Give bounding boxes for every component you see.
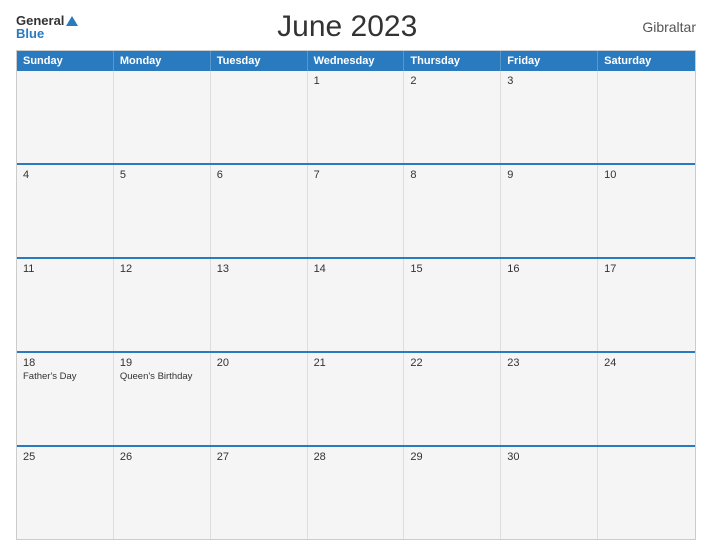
day-number: 19	[120, 357, 204, 369]
calendar-cell: 29	[404, 447, 501, 539]
day-header-tuesday: Tuesday	[211, 51, 308, 71]
calendar-cell: 4	[17, 165, 114, 257]
day-number: 9	[507, 169, 591, 181]
calendar: SundayMondayTuesdayWednesdayThursdayFrid…	[16, 50, 696, 540]
calendar-cell: 19 Queen's Birthday	[114, 353, 211, 445]
calendar-cell: 21	[308, 353, 405, 445]
calendar-cell	[17, 71, 114, 163]
day-number: 2	[410, 75, 494, 87]
day-number: 24	[604, 357, 689, 369]
calendar-cell: 22	[404, 353, 501, 445]
calendar-cell: 24	[598, 353, 695, 445]
calendar-cell: 30	[501, 447, 598, 539]
logo: General Blue	[16, 14, 78, 40]
calendar-cell: 6	[211, 165, 308, 257]
day-header-saturday: Saturday	[598, 51, 695, 71]
calendar-cell: 20	[211, 353, 308, 445]
day-header-monday: Monday	[114, 51, 211, 71]
calendar-cell: 16	[501, 259, 598, 351]
logo-triangle-icon	[66, 16, 78, 26]
calendar-cell: 27	[211, 447, 308, 539]
day-number: 1	[314, 75, 398, 87]
day-number: 12	[120, 263, 204, 275]
day-number: 18	[23, 357, 107, 369]
calendar-cell: 5	[114, 165, 211, 257]
calendar-week-2: 11 12 13 14 15 16 17	[17, 257, 695, 351]
day-number: 5	[120, 169, 204, 181]
day-number: 13	[217, 263, 301, 275]
calendar-cell: 17	[598, 259, 695, 351]
calendar-cell: 25	[17, 447, 114, 539]
calendar-header: SundayMondayTuesdayWednesdayThursdayFrid…	[17, 51, 695, 71]
calendar-cell	[598, 447, 695, 539]
calendar-cell: 9	[501, 165, 598, 257]
calendar-cell: 23	[501, 353, 598, 445]
calendar-week-3: 18 Father's Day 19 Queen's Birthday 20 21 22 23…	[17, 351, 695, 445]
calendar-cell	[114, 71, 211, 163]
calendar-cell: 7	[308, 165, 405, 257]
day-number: 25	[23, 451, 107, 463]
calendar-cell: 13	[211, 259, 308, 351]
day-number: 4	[23, 169, 107, 181]
calendar-title: June 2023	[78, 10, 616, 44]
page: General Blue June 2023 Gibraltar SundayM…	[0, 0, 712, 550]
region-label: Gibraltar	[616, 19, 696, 35]
calendar-cell: 11	[17, 259, 114, 351]
calendar-cell: 10	[598, 165, 695, 257]
calendar-cell: 28	[308, 447, 405, 539]
calendar-cell: 26	[114, 447, 211, 539]
day-number: 29	[410, 451, 494, 463]
calendar-cell: 15	[404, 259, 501, 351]
day-header-sunday: Sunday	[17, 51, 114, 71]
day-header-wednesday: Wednesday	[308, 51, 405, 71]
header: General Blue June 2023 Gibraltar	[16, 10, 696, 44]
logo-blue-text: Blue	[16, 27, 44, 40]
calendar-cell: 14	[308, 259, 405, 351]
day-number: 20	[217, 357, 301, 369]
day-header-friday: Friday	[501, 51, 598, 71]
calendar-cell	[598, 71, 695, 163]
day-number: 8	[410, 169, 494, 181]
calendar-week-4: 25 26 27 28 29 30	[17, 445, 695, 539]
day-number: 27	[217, 451, 301, 463]
day-number: 16	[507, 263, 591, 275]
day-number: 14	[314, 263, 398, 275]
day-number: 6	[217, 169, 301, 181]
day-number: 22	[410, 357, 494, 369]
day-number: 17	[604, 263, 689, 275]
day-header-thursday: Thursday	[404, 51, 501, 71]
calendar-cell: 1	[308, 71, 405, 163]
day-number: 7	[314, 169, 398, 181]
calendar-cell: 8	[404, 165, 501, 257]
day-number: 15	[410, 263, 494, 275]
day-number: 26	[120, 451, 204, 463]
day-number: 30	[507, 451, 591, 463]
calendar-cell: 2	[404, 71, 501, 163]
calendar-week-0: 12 3	[17, 71, 695, 163]
day-number: 3	[507, 75, 591, 87]
calendar-week-1: 4 5 6 78 9 10	[17, 163, 695, 257]
calendar-cell: 18 Father's Day	[17, 353, 114, 445]
day-number: 21	[314, 357, 398, 369]
day-number: 28	[314, 451, 398, 463]
calendar-cell: 3	[501, 71, 598, 163]
calendar-body: 123456789101112131415161718Father's Day1…	[17, 71, 695, 539]
calendar-cell: 12	[114, 259, 211, 351]
holiday-label: Father's Day	[23, 371, 107, 382]
calendar-cell	[211, 71, 308, 163]
day-number: 11	[23, 263, 107, 275]
day-number: 10	[604, 169, 689, 181]
day-number: 23	[507, 357, 591, 369]
holiday-label: Queen's Birthday	[120, 371, 204, 382]
